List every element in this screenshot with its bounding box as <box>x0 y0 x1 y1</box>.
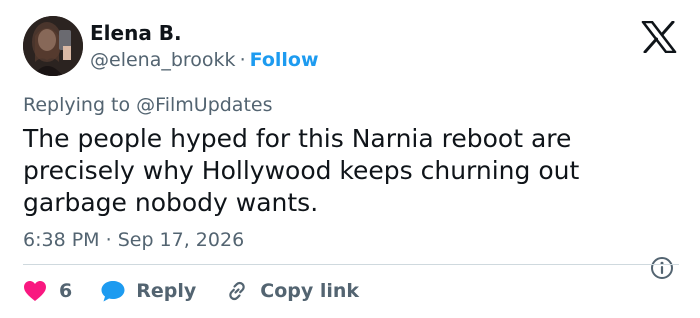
replying-to-line: Replying to @FilmUpdates <box>23 93 273 117</box>
speech-bubble-icon <box>100 279 126 303</box>
author-handle-row: @elena_brookk · Follow <box>90 49 319 71</box>
handle-separator: · <box>239 49 246 71</box>
replying-to-mention[interactable]: @FilmUpdates <box>136 94 272 116</box>
author-display-name[interactable]: Elena B. <box>90 21 182 45</box>
copy-link-button[interactable]: Copy link <box>224 278 359 304</box>
avatar[interactable] <box>23 16 83 76</box>
like-button[interactable]: 6 <box>23 280 72 302</box>
like-count: 6 <box>59 280 73 302</box>
timestamp-separator: · <box>105 229 112 251</box>
x-logo-icon[interactable] <box>641 20 677 54</box>
action-bar: 6 Reply Copy link <box>23 277 359 305</box>
avatar-photo <box>23 16 83 76</box>
reply-button[interactable]: Reply <box>100 279 196 303</box>
tweet-card: Elena B. @elena_brookk · Follow Replying t… <box>0 0 700 318</box>
link-icon <box>224 278 250 304</box>
info-icon[interactable] <box>650 256 674 280</box>
follow-button[interactable]: Follow <box>250 49 319 71</box>
divider <box>23 264 679 265</box>
tweet-timestamp[interactable]: 6:38 PM · Sep 17, 2026 <box>23 229 244 251</box>
copy-link-label: Copy link <box>260 280 360 302</box>
tweet-time: 6:38 PM <box>23 229 100 251</box>
tweet-text: The people hyped for this Narnia reboot … <box>23 124 580 217</box>
replying-to-prefix: Replying to <box>23 94 131 116</box>
heart-icon <box>23 280 47 302</box>
tweet-date: Sep 17, 2026 <box>117 229 245 251</box>
reply-label: Reply <box>136 280 197 302</box>
author-handle[interactable]: @elena_brookk <box>90 49 236 71</box>
